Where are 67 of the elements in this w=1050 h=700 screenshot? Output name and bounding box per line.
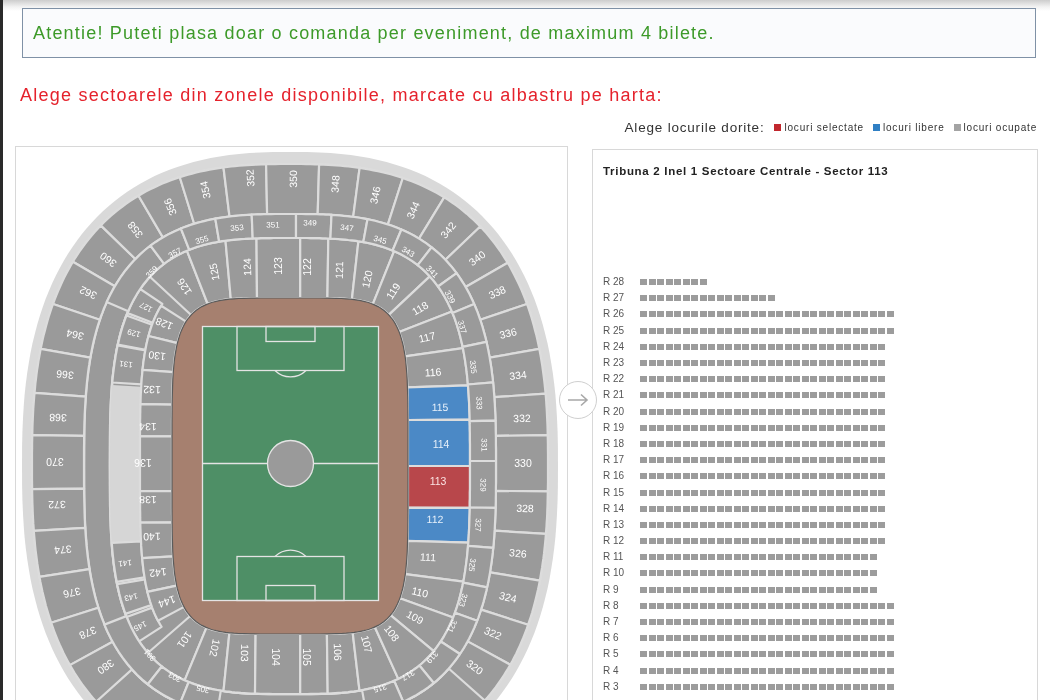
- stadium-section: 140: [139, 521, 175, 560]
- row-label: R 15: [603, 486, 626, 499]
- stadium-section: 372: [31, 487, 87, 532]
- row-label: R 20: [603, 405, 626, 418]
- stadium-section: 332: [493, 392, 549, 437]
- row-label: R 28: [603, 276, 626, 289]
- stadium-section: 317: [393, 664, 435, 700]
- sector-title: Tribuna 2 Inel 1 Sectoare Centrale - Sector 113: [603, 164, 890, 178]
- stadium-section: 122: [299, 236, 330, 300]
- instruction-text: Alege sectoarele din zonele disponibile, marcate cu albastru pe harta:: [20, 84, 664, 106]
- row-label: R 26: [603, 308, 626, 321]
- alert-message: Atentie! Puteti plasa doar o comanda per eveniment, de maximum 4 bilete.: [22, 8, 1036, 58]
- stadium-section: 364: [39, 302, 101, 359]
- row-label: R 6: [603, 632, 620, 645]
- legend-label: locuri selectate: [784, 121, 864, 133]
- stadium-section: 105: [299, 632, 329, 696]
- stadium-section: 376: [38, 568, 100, 624]
- row-label: R 4: [603, 664, 620, 677]
- row-label: R 24: [603, 340, 626, 353]
- row-label: R 8: [603, 599, 620, 612]
- row-label: R 18: [603, 437, 626, 450]
- legend-label: locuri ocupate: [963, 121, 1037, 133]
- stadium-section: 315: [361, 679, 405, 700]
- stadium-section: 349: [294, 212, 333, 240]
- row-label: R 12: [603, 535, 626, 548]
- stadium-section: 329: [468, 459, 498, 509]
- stadium-section: 350: [265, 162, 321, 216]
- row-label: R 9: [603, 583, 620, 596]
- row-label: R 19: [603, 421, 626, 434]
- row-label: R 22: [603, 373, 626, 386]
- stadium-section: 330: [494, 434, 550, 493]
- stadium-section: 104: [253, 632, 302, 696]
- stadium-section[interactable]: 113: [406, 464, 472, 509]
- stadium-section: 134: [138, 403, 174, 438]
- row-label: R 25: [603, 324, 626, 337]
- stadium-section: 366: [33, 347, 92, 398]
- stadium-section: 337: [451, 303, 488, 348]
- row-label: R 7: [603, 616, 620, 629]
- stadium-section: 368: [31, 391, 87, 437]
- stadium-section: 370: [30, 434, 86, 491]
- row-label: R 17: [603, 454, 626, 467]
- row-label: R 13: [603, 518, 626, 531]
- stadium-section: 303: [146, 665, 190, 700]
- stadium-section: 123: [255, 236, 302, 300]
- stadium-section: 331: [468, 419, 498, 463]
- stadium-section[interactable]: 112: [406, 506, 471, 544]
- stadium-section: 374: [32, 526, 91, 578]
- row-label: R 27: [603, 292, 626, 305]
- row-label: R 16: [603, 470, 626, 483]
- stadium-section[interactable]: 114: [406, 418, 472, 468]
- row-label: R 23: [603, 357, 626, 370]
- stadium-section: 327: [466, 506, 497, 549]
- row-label: R 10: [603, 567, 626, 580]
- row-label: R 11: [603, 551, 625, 564]
- row-label: R 21: [603, 389, 626, 402]
- legend-label: locuri libere: [883, 121, 945, 133]
- arrow-right-icon: [567, 393, 589, 407]
- stadium-section: 320: [447, 640, 512, 700]
- row-label: R 5: [603, 648, 620, 661]
- next-button[interactable]: [559, 381, 597, 419]
- row-label: R 3: [603, 680, 620, 693]
- stadium-section: 380: [68, 640, 134, 700]
- stadium-section: 351: [250, 212, 298, 240]
- legend-title: Alege locurile dorite:: [624, 119, 765, 135]
- row-label: R 14: [603, 502, 626, 515]
- stadium-section: 305: [179, 680, 222, 700]
- stadium-section: 335: [461, 340, 495, 386]
